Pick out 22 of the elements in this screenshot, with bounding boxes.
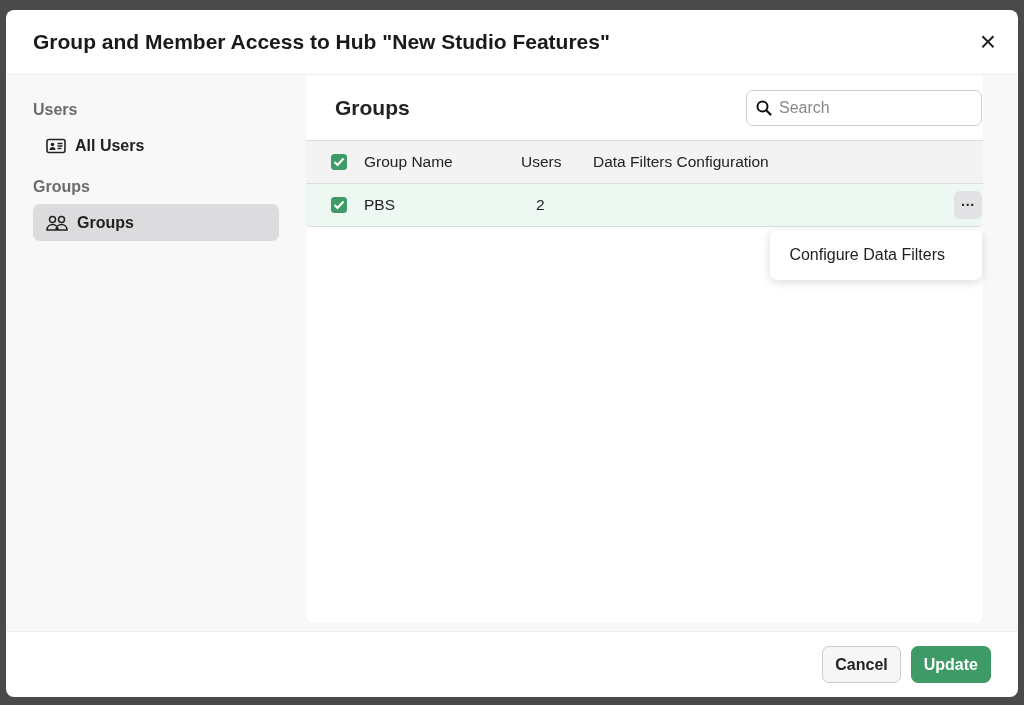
panel-title: Groups (335, 95, 410, 120)
column-header: Users (521, 153, 563, 171)
search-icon (756, 99, 772, 116)
table-cell-text: PBS (364, 196, 396, 214)
people-icon (46, 214, 68, 231)
more-button[interactable]: ··· (954, 191, 982, 219)
menu-item[interactable]: Configure Data Filters (770, 240, 982, 270)
sidebar-heading: Users (33, 101, 78, 119)
id-card-icon (46, 137, 66, 154)
column-header: Group Name (364, 153, 454, 171)
sidebar-item[interactable]: Groups (33, 204, 279, 241)
search-field[interactable]: Search (746, 89, 982, 126)
dialog-title: Group and Member Access to Hub "New Studio Features" (33, 30, 610, 54)
table-row[interactable]: PBS 2 ··· (306, 183, 983, 227)
column-header: Data Filters Configuration (593, 153, 769, 171)
sidebar-item[interactable]: All Users (33, 127, 279, 164)
close-button[interactable]: × (975, 28, 1000, 56)
row-checkbox[interactable] (331, 197, 347, 213)
table-cell-text: 2 (535, 196, 546, 214)
sidebar-heading: Groups (33, 178, 90, 196)
select-all-checkbox[interactable] (331, 154, 347, 170)
cancel-button[interactable]: Cancel (822, 646, 901, 683)
